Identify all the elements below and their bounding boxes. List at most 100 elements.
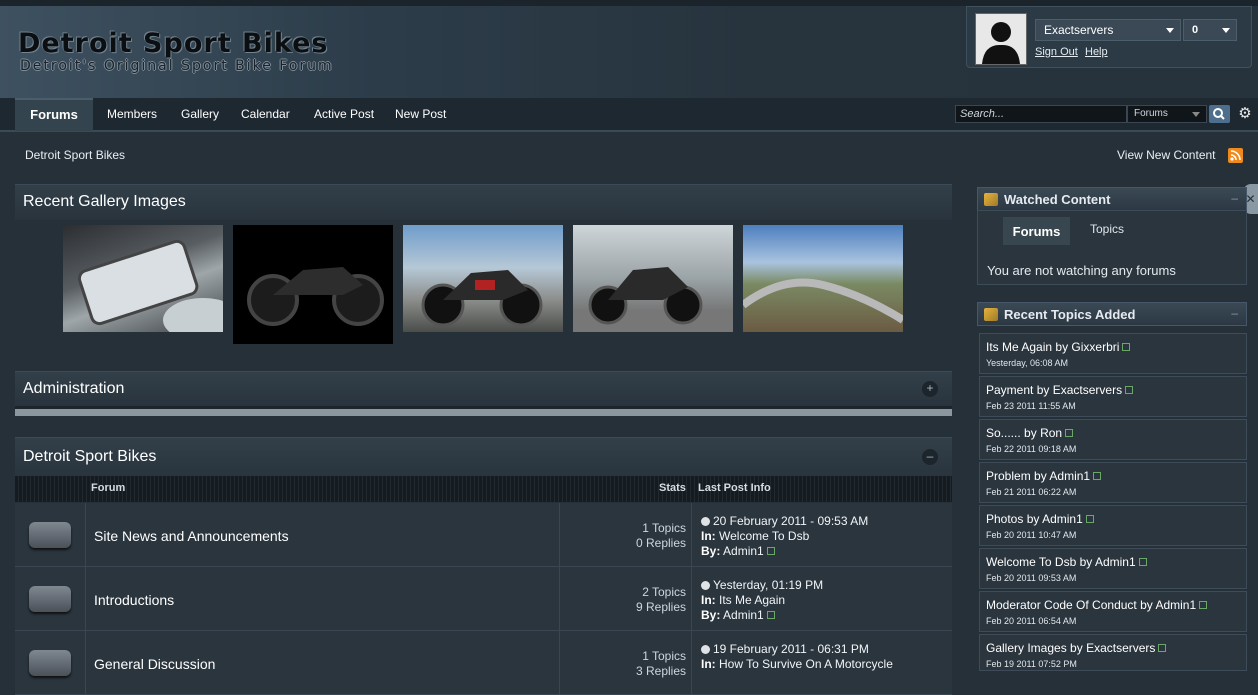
in-label: In:	[701, 593, 716, 607]
go-to-post-icon[interactable]	[701, 581, 710, 590]
administration-section-header[interactable]: Administration +	[15, 371, 952, 406]
tab-calendar[interactable]: Calendar	[241, 98, 290, 130]
expand-toggle-button[interactable]: +	[922, 381, 938, 397]
forum-read-icon	[29, 522, 71, 548]
watched-content-header[interactable]: Watched Content –	[977, 187, 1247, 211]
profile-card-icon[interactable]	[1138, 558, 1147, 566]
topic-link[interactable]: Photos	[986, 512, 1023, 526]
profile-card-icon[interactable]	[766, 611, 775, 619]
profile-card-icon[interactable]	[1065, 429, 1074, 437]
by-text: by	[1034, 469, 1047, 483]
block-icon	[984, 193, 998, 206]
topic-link[interactable]: Gallery Images	[986, 641, 1067, 655]
forum-read-icon	[29, 650, 71, 676]
author-link[interactable]: Gixxerbri	[1071, 340, 1119, 354]
topic-link[interactable]: Its Me Again	[986, 340, 1052, 354]
author-link[interactable]: Admin1	[1042, 512, 1083, 526]
collapse-icon[interactable]: –	[1231, 191, 1238, 205]
tab-forums[interactable]: Forums	[15, 98, 93, 131]
forum-read-icon	[29, 586, 71, 612]
gallery-thumbnail[interactable]	[573, 225, 733, 332]
forums-section-title: Detroit Sport Bikes	[23, 448, 157, 465]
username: Exactservers	[1044, 23, 1114, 37]
search-input[interactable]: Search...	[955, 105, 1127, 123]
forum-icon-cell	[15, 567, 86, 630]
notifications-dropdown[interactable]: 0	[1183, 19, 1237, 41]
profile-card-icon[interactable]	[1093, 472, 1102, 480]
topic-date: Feb 20 2011 06:54 AM	[986, 616, 1077, 626]
collapse-icon[interactable]: –	[1231, 306, 1238, 320]
topic-date: Feb 19 2011 07:52 PM	[986, 659, 1077, 669]
notification-count: 0	[1192, 24, 1199, 36]
author-link[interactable]: Ron	[1040, 426, 1062, 440]
gallery-thumbnail-art	[588, 267, 703, 325]
reply-count: 3 Replies	[635, 664, 686, 678]
profile-card-icon[interactable]	[1158, 644, 1167, 652]
profile-card-icon[interactable]	[1122, 343, 1131, 351]
tab-gallery[interactable]: Gallery	[181, 98, 219, 130]
tab-watched-topics[interactable]: Topics	[1090, 222, 1124, 236]
recent-topics-header[interactable]: Recent Topics Added –	[977, 302, 1247, 326]
view-new-content-link[interactable]: View New Content	[1117, 148, 1216, 162]
gear-icon[interactable]: ⚙	[1236, 105, 1254, 123]
tab-members[interactable]: Members	[107, 98, 157, 130]
profile-card-icon[interactable]	[1085, 515, 1094, 523]
gallery-thumbnail-art	[247, 267, 384, 326]
profile-card-icon[interactable]	[1125, 386, 1134, 394]
user-menu-dropdown[interactable]: Exactservers	[1035, 19, 1181, 41]
collapse-toggle-button[interactable]: –	[922, 449, 938, 465]
last-post-topic-link[interactable]: How To Survive On A Motorcycle	[719, 657, 893, 671]
last-post-topic-link[interactable]: Its Me Again	[719, 593, 785, 607]
author-link[interactable]: Exactservers	[1053, 383, 1122, 397]
forum-link[interactable]: Site News and Announcements	[94, 528, 289, 544]
last-post-cell: 20 February 2011 - 09:53 AM In: Welcome …	[692, 503, 952, 566]
author-link[interactable]: Admin1	[1155, 598, 1196, 612]
site-logo-title[interactable]: Detroit Sport Bikes	[18, 28, 328, 59]
topic-date: Yesterday, 06:08 AM	[986, 358, 1069, 368]
forum-link[interactable]: General Discussion	[94, 656, 215, 672]
author-link[interactable]: Admin1	[1095, 555, 1136, 569]
profile-card-icon[interactable]	[1199, 601, 1208, 609]
topic-link[interactable]: Problem	[986, 469, 1031, 483]
last-post-topic-link[interactable]: Welcome To Dsb	[719, 529, 809, 543]
last-post-author-link[interactable]: Admin1	[723, 608, 764, 622]
tab-active-post[interactable]: Active Post	[314, 98, 374, 130]
go-to-post-icon[interactable]	[701, 517, 710, 526]
forum-name-cell: General Discussion	[86, 631, 560, 694]
avatar[interactable]	[975, 13, 1027, 65]
search-scope-select[interactable]: Forums	[1127, 105, 1207, 123]
help-link[interactable]: Help	[1085, 46, 1108, 58]
author-link[interactable]: Exactservers	[1086, 641, 1155, 655]
search-button[interactable]	[1209, 105, 1230, 123]
gallery-thumbnail-art	[421, 270, 543, 327]
topic-link[interactable]: Welcome To Dsb	[986, 555, 1076, 569]
main-nav: Forums Members Gallery Calendar Active P…	[0, 98, 1258, 132]
last-post-author-link[interactable]: Admin1	[723, 544, 764, 558]
sign-out-link[interactable]: Sign Out	[1035, 46, 1078, 58]
rss-glyph	[1230, 150, 1241, 161]
gallery-thumbnail[interactable]	[403, 225, 563, 332]
chevron-down-icon	[1222, 28, 1230, 33]
tab-new-post[interactable]: New Post	[395, 98, 446, 130]
forum-icon-cell	[15, 631, 86, 694]
breadcrumb[interactable]: Detroit Sport Bikes	[25, 148, 125, 162]
topic-link[interactable]: Moderator Code Of Conduct	[986, 598, 1137, 612]
topic-link[interactable]: So......	[986, 426, 1021, 440]
tab-watched-forums[interactable]: Forums	[1003, 217, 1070, 245]
go-to-post-icon[interactable]	[701, 645, 710, 654]
gallery-thumbnail[interactable]	[63, 225, 223, 332]
author-link[interactable]: Admin1	[1049, 469, 1090, 483]
rss-icon[interactable]	[1228, 148, 1243, 163]
forum-link[interactable]: Introductions	[94, 592, 174, 608]
topic-link[interactable]: Payment	[986, 383, 1033, 397]
search-icon	[1213, 108, 1225, 120]
gallery-thumbnail-art	[77, 239, 223, 332]
gallery-thumbnail[interactable]	[743, 225, 903, 332]
profile-card-icon[interactable]	[766, 547, 775, 555]
list-item: Welcome To Dsb by Admin1 Feb 20 2011 09:…	[979, 548, 1247, 589]
gallery-thumbnail[interactable]	[233, 225, 393, 344]
by-text: by	[1070, 641, 1083, 655]
forums-section-header[interactable]: Detroit Sport Bikes –	[15, 437, 952, 477]
last-post-cell: 19 February 2011 - 06:31 PM In: How To S…	[692, 631, 952, 694]
recent-topics-title: Recent Topics Added	[1004, 307, 1136, 322]
